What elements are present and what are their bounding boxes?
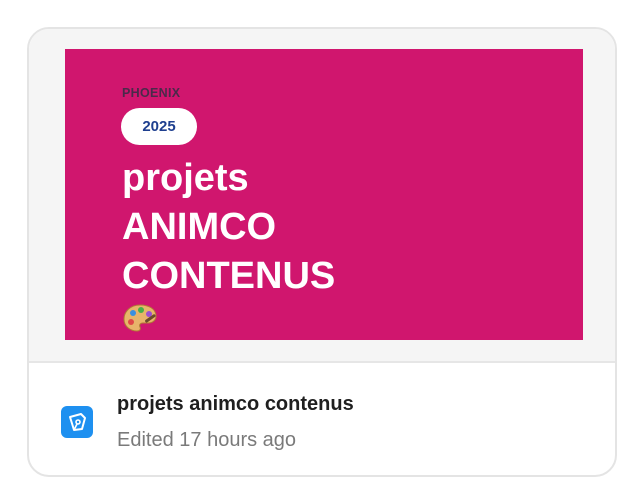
artist-palette-icon (123, 304, 157, 332)
pen-nib-icon (61, 406, 93, 438)
thumbnail-preview: PHOENIX 2025 projets ANIMCO CONTENUS (65, 49, 583, 340)
thumbnail-area[interactable]: PHOENIX 2025 projets ANIMCO CONTENUS (29, 29, 615, 363)
thumbnail-kicker: PHOENIX (122, 86, 181, 100)
thumbnail-headline-line-2: ANIMCO (122, 206, 277, 248)
thumbnail-year-pill: 2025 (121, 108, 197, 145)
thumbnail-headline-line-1: projets (122, 157, 249, 199)
file-card[interactable]: PHOENIX 2025 projets ANIMCO CONTENUS pro… (27, 27, 617, 477)
file-info: projets animco contenus Edited 17 hours … (29, 363, 615, 475)
file-edited-timestamp: Edited 17 hours ago (117, 429, 297, 451)
thumbnail-headline-line-3: CONTENUS (122, 255, 336, 297)
file-title[interactable]: projets animco contenus (117, 393, 354, 416)
